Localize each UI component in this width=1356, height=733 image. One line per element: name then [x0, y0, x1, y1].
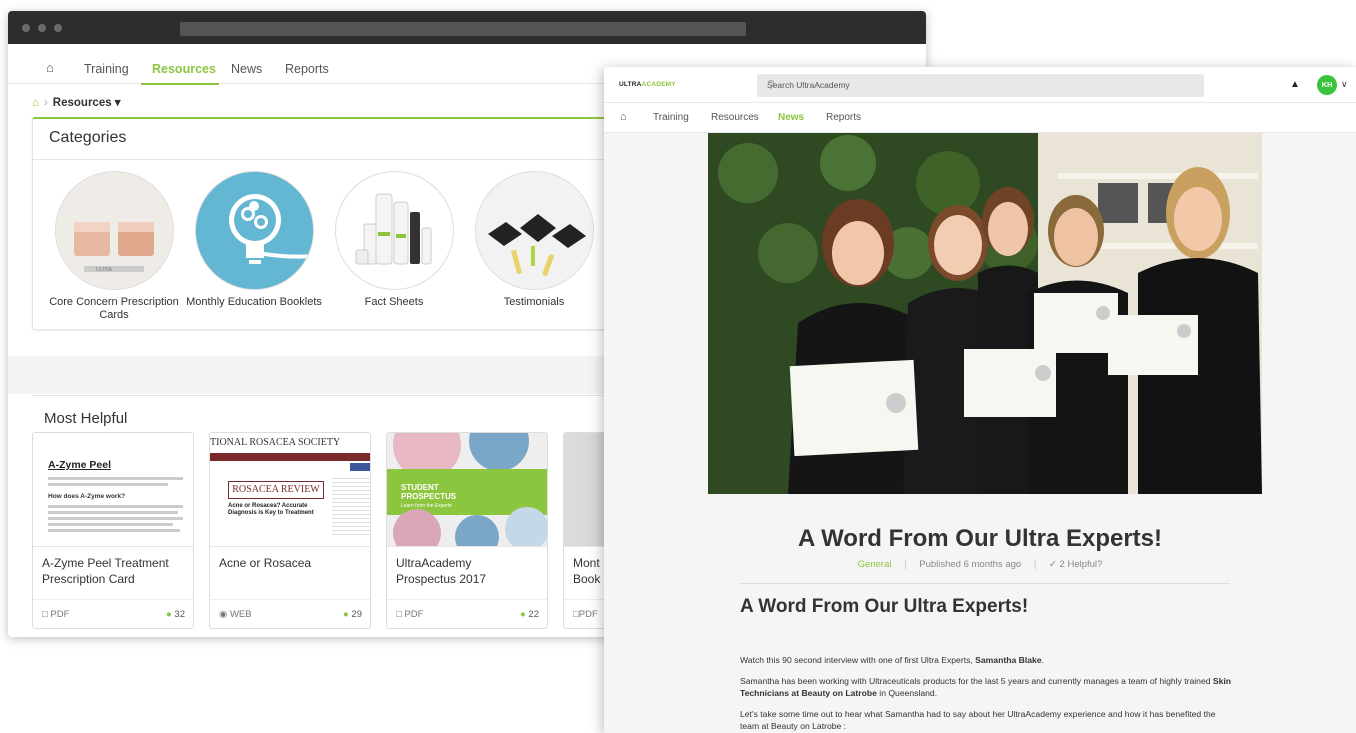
resource-card-azyme[interactable]: A-Zyme Peel How does A-Zyme work? A-Zyme… [32, 432, 194, 629]
article-category[interactable]: General [858, 559, 892, 570]
category-label: Fact Sheets [364, 296, 424, 308]
article-content: A Word From Our Ultra Experts! General |… [604, 133, 1356, 733]
document-icon: □ [42, 609, 48, 620]
thumb-heading: TIONAL ROSACEA SOCIETY [210, 437, 341, 448]
category-fact-sheets[interactable]: Fact Sheets [324, 171, 464, 309]
search-input[interactable]: Search UltraAcademy ⚲ [757, 74, 1204, 97]
home-icon[interactable]: ⌂ [620, 111, 627, 123]
helpful-count[interactable]: 2 Helpful? [1060, 559, 1103, 570]
active-tab-underline [141, 83, 219, 85]
category-image: ULTRA [54, 171, 174, 290]
divider [33, 159, 631, 160]
nav-news[interactable]: News [231, 62, 262, 76]
breadcrumb: ⌂ › Resources ▾ [32, 97, 121, 109]
resource-card-prospectus[interactable]: STUDENT PROSPECTUS Learn from the Expert… [386, 432, 548, 629]
browser-titlebar [8, 11, 926, 44]
category-image [474, 171, 594, 290]
divider [32, 395, 612, 396]
resource-title[interactable]: UltraAcademy Prospectus 2017 [396, 555, 506, 587]
categories-panel: Categories ULTRA Core Concern Prescripti… [32, 117, 632, 330]
news-article-window: ULTRAACADEMY Search UltraAcademy ⚲ ▲ KH … [604, 67, 1356, 733]
category-label: Monthly Education Booklets [186, 296, 322, 308]
nav-news[interactable]: News [778, 112, 804, 123]
window-maximize-dot[interactable] [54, 24, 62, 32]
address-bar[interactable] [180, 22, 746, 36]
breadcrumb-home-icon[interactable]: ⌂ [32, 97, 39, 109]
resource-card-acne-rosacea[interactable]: TIONAL ROSACEA SOCIETY ROSACEA REVIEW Ac… [209, 432, 371, 629]
helpful-count: ● 32 [166, 609, 185, 620]
thumbs-up-icon[interactable]: ✓ [1049, 559, 1057, 570]
helpful-count: ● 22 [520, 609, 539, 620]
categories-title: Categories [49, 129, 127, 146]
divider [33, 599, 193, 600]
nav-training[interactable]: Training [653, 112, 689, 123]
helpful-badge-icon: ● [166, 609, 172, 620]
article-published: Published 6 months ago [919, 559, 1022, 570]
resource-thumbnail: TIONAL ROSACEA SOCIETY ROSACEA REVIEW Ac… [210, 433, 370, 547]
thumb-subheading: How does A-Zyme work? [48, 493, 126, 500]
thumb-heading: A-Zyme Peel [48, 459, 112, 471]
window-minimize-dot[interactable] [38, 24, 46, 32]
resource-title[interactable]: A-Zyme Peel Treatment Prescription Card [42, 555, 187, 587]
nav-reports[interactable]: Reports [285, 62, 329, 76]
category-testimonials[interactable]: Testimonials [464, 171, 604, 309]
resource-type: ◉ WEB [219, 609, 252, 620]
resource-thumbnail: A-Zyme Peel How does A-Zyme work? [33, 433, 193, 547]
article-paragraph-3: Let's take some time out to hear what Sa… [740, 709, 1216, 731]
resource-title[interactable]: Acne or Rosacea [219, 555, 311, 571]
article-meta: General | Published 6 months ago | ✓ 2 H… [857, 559, 1103, 570]
top-bar: ULTRAACADEMY Search UltraAcademy ⚲ ▲ KH … [604, 67, 1356, 103]
divider [210, 599, 370, 600]
document-icon: □ [396, 609, 402, 620]
main-nav: ⌂ Training Resources News Reports [604, 103, 1356, 133]
category-label: Core Concern Prescription Cards [49, 296, 179, 321]
globe-icon: ◉ [219, 609, 228, 620]
resource-type: □PDF [573, 609, 598, 620]
resource-thumbnail: STUDENT PROSPECTUS Learn from the Expert… [387, 433, 547, 547]
resource-type: □ PDF [42, 609, 70, 620]
resource-type: □ PDF [396, 609, 424, 620]
nav-resources[interactable]: Resources [152, 62, 216, 76]
nav-reports[interactable]: Reports [826, 112, 861, 123]
search-icon[interactable]: ⚲ [767, 78, 1194, 91]
article-paragraph-2: Samantha has been working with Ultraceut… [740, 676, 1232, 698]
article-title: A Word From Our Ultra Experts! [797, 525, 1163, 552]
ultra-academy-logo[interactable]: ULTRAACADEMY [619, 81, 676, 88]
nav-resources[interactable]: Resources [711, 112, 759, 123]
category-image [194, 171, 314, 290]
category-monthly-education[interactable]: Monthly Education Booklets [184, 171, 324, 309]
nav-training[interactable]: Training [84, 62, 129, 76]
chevron-down-icon[interactable]: ∨ [1341, 79, 1348, 90]
bell-icon[interactable]: ▲ [1290, 79, 1300, 90]
breadcrumb-current[interactable]: Resources ▾ [53, 97, 121, 109]
avatar[interactable]: KH [1317, 75, 1337, 95]
divider [387, 599, 547, 600]
category-image [334, 171, 454, 290]
window-close-dot[interactable] [22, 24, 30, 32]
article-paragraph-1: Watch this 90 second interview with one … [740, 655, 1044, 665]
thumb-heading: STUDENT PROSPECTUS [401, 483, 457, 501]
home-icon[interactable]: ⌂ [46, 60, 54, 75]
thumb-subheading: ROSACEA REVIEW [228, 481, 324, 499]
article-heading: A Word From Our Ultra Experts! [740, 596, 1029, 617]
most-helpful-title: Most Helpful [44, 410, 128, 427]
thumb-text: Acne or Rosacea? Accurate Diagnosis is K… [228, 503, 314, 516]
helpful-badge-icon: ● [520, 609, 526, 620]
helpful-badge-icon: ● [343, 609, 349, 620]
svg-text:ULTRA: ULTRA [96, 267, 113, 273]
divider [740, 583, 1230, 584]
helpful-count: ● 29 [343, 609, 362, 620]
thumb-subheading: Learn from the Experts [401, 503, 452, 509]
category-label: Testimonials [503, 296, 565, 308]
category-core-concern[interactable]: ULTRA Core Concern Prescription Cards [44, 171, 184, 322]
article-hero-image [708, 133, 1262, 494]
